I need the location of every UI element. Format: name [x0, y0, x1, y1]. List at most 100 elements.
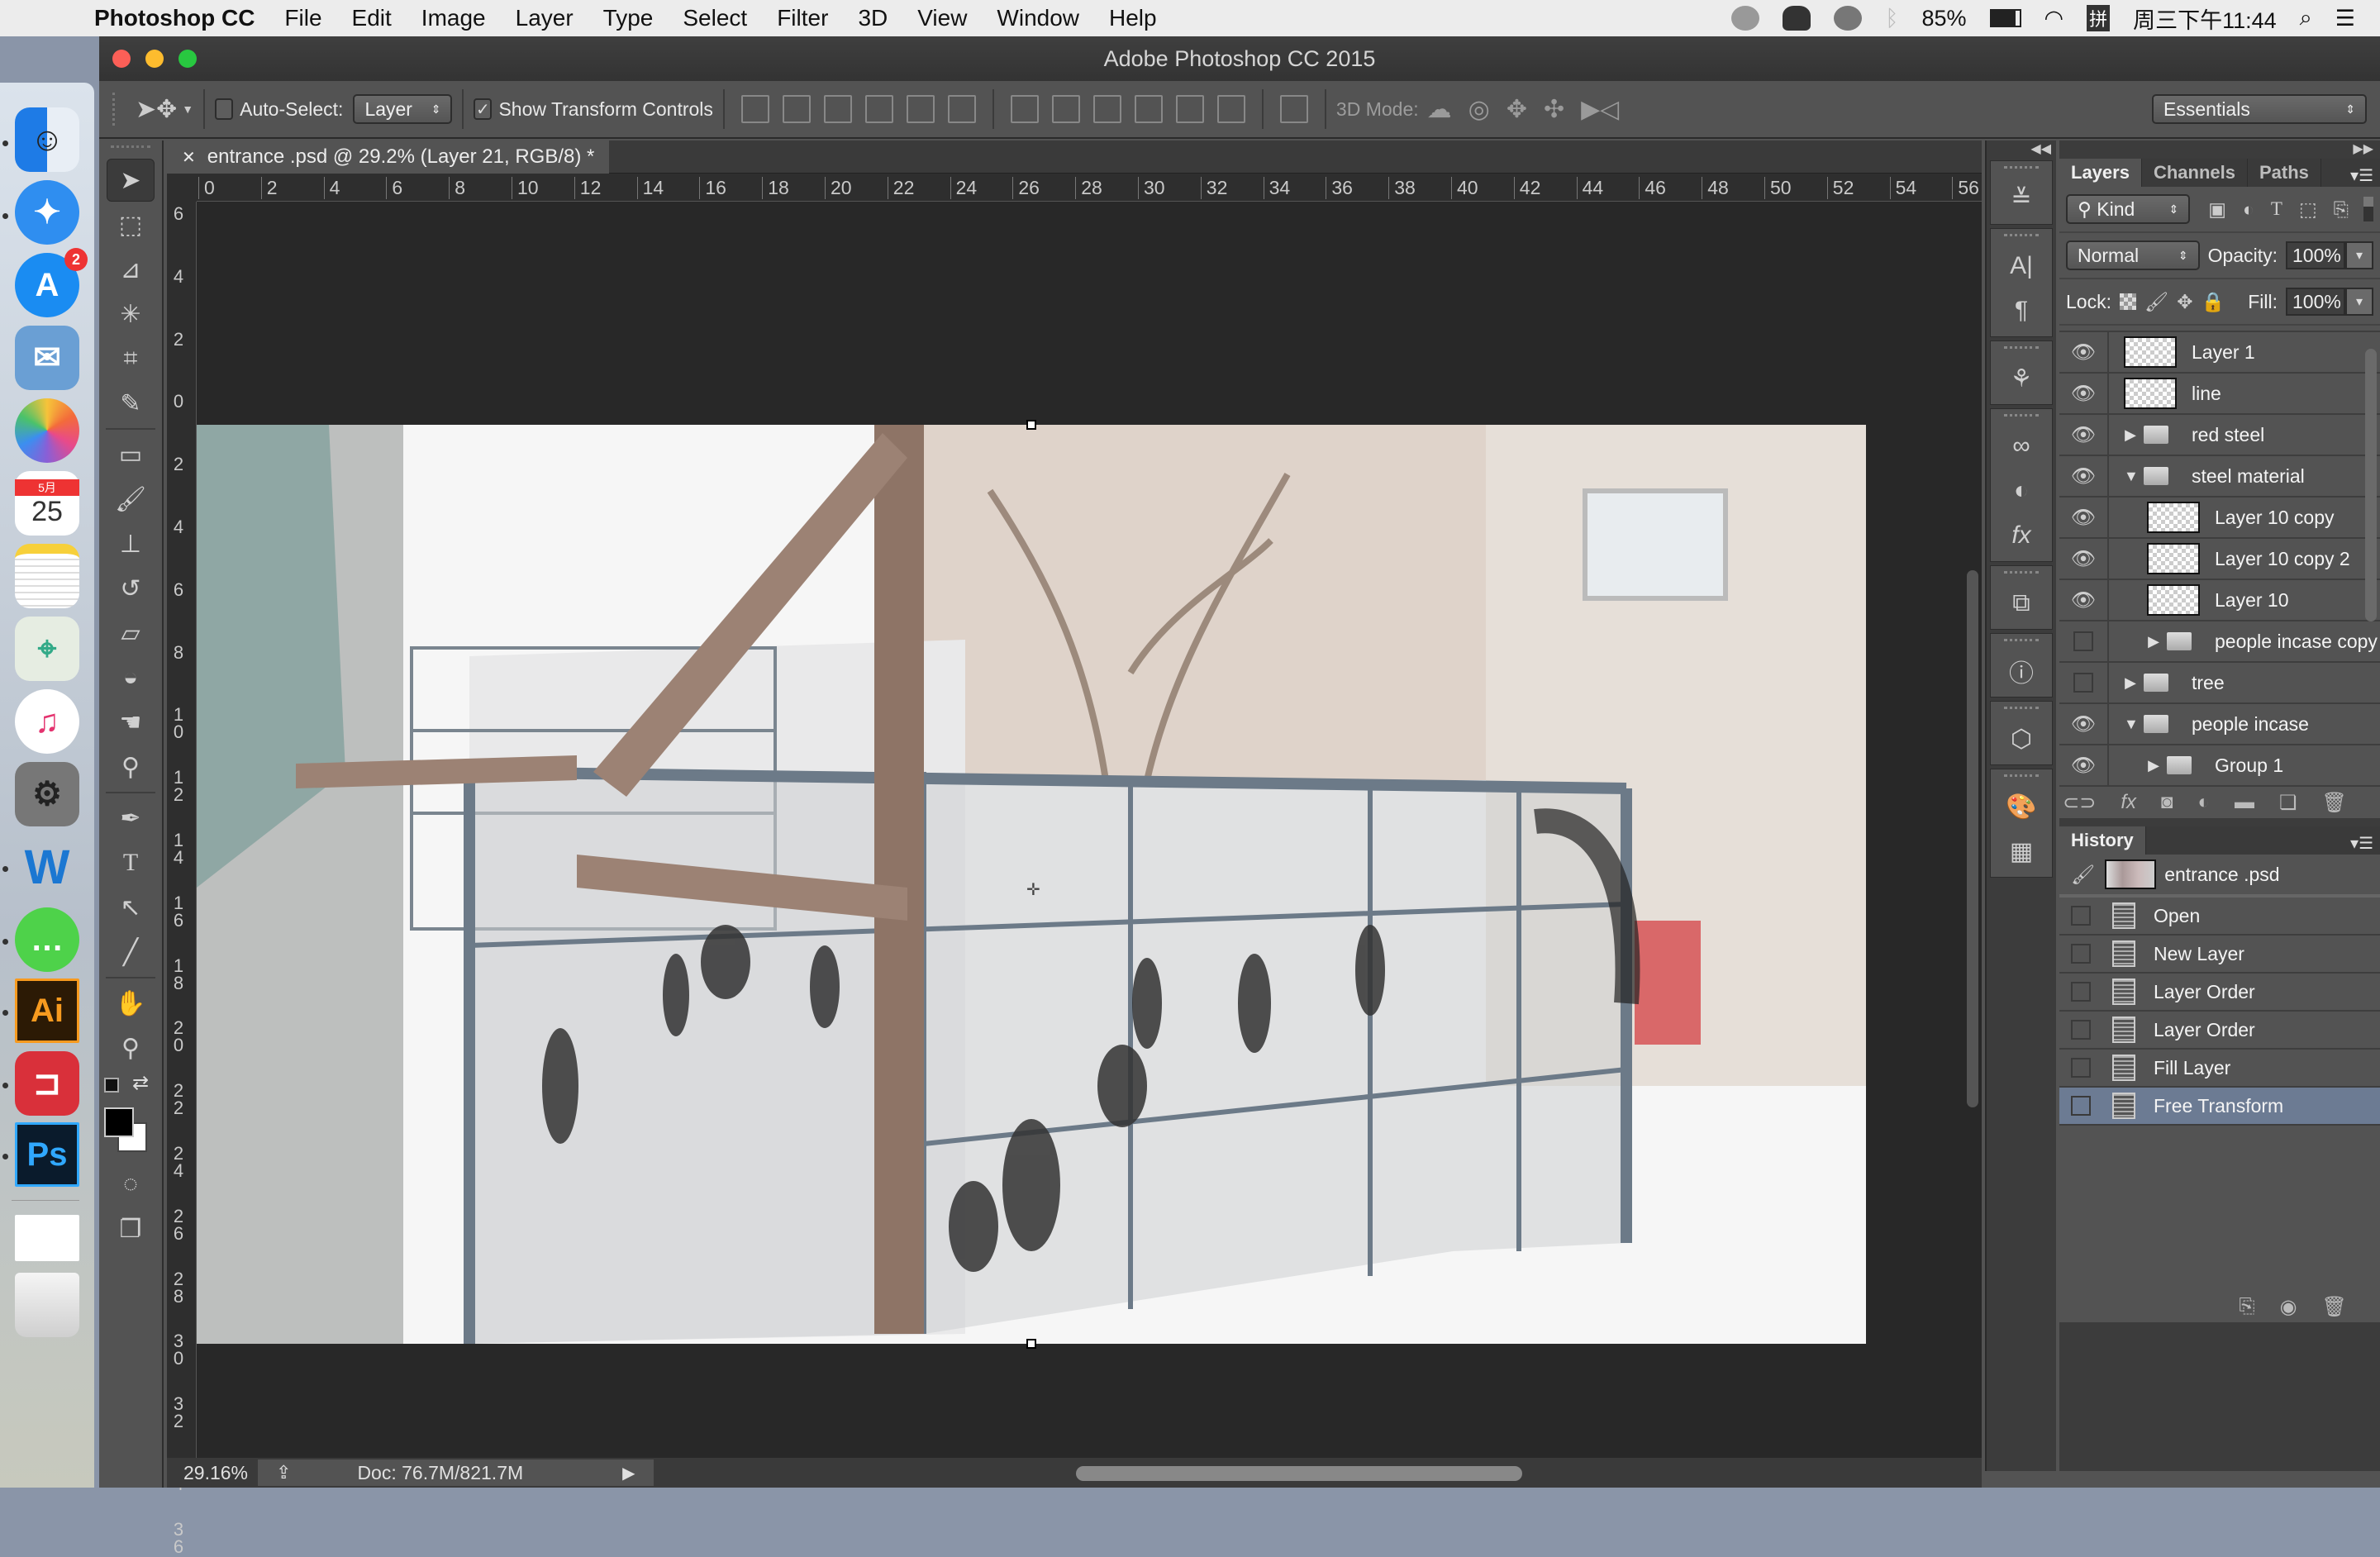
history-state[interactable]: Fill Layer: [2059, 1050, 2380, 1088]
visibility-eye-icon[interactable]: 👁: [2059, 373, 2109, 414]
lock-all-icon[interactable]: 🔒: [2201, 291, 2225, 313]
show-transform-controls-checkbox[interactable]: ✓: [474, 98, 493, 120]
expand-group-icon[interactable]: ▶: [2147, 633, 2160, 650]
wifi-icon[interactable]: ◠: [2044, 6, 2064, 31]
input-method-icon[interactable]: 拼: [2087, 5, 2111, 31]
distribute-bottom-edges-icon[interactable]: [1092, 95, 1121, 123]
battery-icon[interactable]: [1989, 9, 2021, 27]
magic-wand-tool-icon[interactable]: ✳: [107, 293, 155, 336]
libraries-icon[interactable]: ∞: [1991, 424, 2052, 469]
styles-icon[interactable]: fx: [1991, 513, 2052, 558]
layer-row[interactable]: 👁 line: [2059, 373, 2380, 415]
collapse-panels-icon[interactable]: ◀◀: [1987, 140, 2056, 157]
dock-photos-icon[interactable]: [15, 398, 79, 463]
distribute-top-edges-icon[interactable]: [1010, 95, 1039, 123]
tab-history[interactable]: History: [2059, 826, 2146, 855]
panel-grip[interactable]: [2004, 639, 2039, 644]
menu-edit[interactable]: Edit: [352, 5, 392, 31]
tab-layers[interactable]: Layers: [2059, 159, 2142, 187]
vertical-ruler[interactable]: 642024681012141618202224262830323436: [167, 202, 197, 1555]
panel-grip[interactable]: [2004, 707, 2039, 712]
3d-panel-icon[interactable]: ⬡: [1991, 717, 2052, 761]
dock-illustrator-icon[interactable]: Ai: [15, 978, 79, 1043]
lock-transparent-pixels-icon[interactable]: [2119, 293, 2136, 310]
paint-bucket-tool-icon[interactable]: ◒: [107, 656, 155, 699]
swap-colors-icon[interactable]: ⇄: [132, 1071, 149, 1095]
zoom-level[interactable]: 29.16%: [167, 1462, 258, 1484]
layer-row[interactable]: 👁 ▶ Group 1: [2059, 745, 2380, 787]
dock-app-store-icon[interactable]: A2: [15, 248, 88, 317]
filter-type-layers-icon[interactable]: T: [2271, 198, 2282, 220]
panel-grip[interactable]: [2004, 414, 2039, 419]
align-left-edges-icon[interactable]: [864, 95, 893, 123]
opacity-slider-button[interactable]: ▾: [2345, 241, 2373, 269]
sync-app-icon[interactable]: [1834, 6, 1863, 31]
tool-presets-icon[interactable]: ⚘: [1991, 356, 2052, 401]
panel-grip[interactable]: [2004, 166, 2039, 171]
brush-tool-icon[interactable]: 🖌: [107, 478, 155, 521]
link-layers-icon[interactable]: ⊂⊃: [2063, 791, 2096, 815]
dock-finder-icon[interactable]: ☺: [15, 107, 79, 172]
panel-menu-icon[interactable]: ▾☰: [2350, 165, 2373, 186]
history-brush-source-checkbox[interactable]: [2071, 982, 2091, 1002]
menu-help[interactable]: Help: [1109, 5, 1157, 31]
lock-position-icon[interactable]: ✥: [2177, 291, 2192, 313]
visibility-toggle[interactable]: [2059, 662, 2109, 703]
fill-input[interactable]: 100%: [2286, 288, 2345, 316]
panel-grip[interactable]: [2004, 234, 2039, 239]
workspace-dropdown[interactable]: Essentials ⇕: [2152, 94, 2367, 124]
history-state[interactable]: New Layer: [2059, 936, 2380, 974]
smudge-tool-icon[interactable]: ☚: [107, 701, 155, 744]
layer-row[interactable]: 👁 ▶ red steel: [2059, 414, 2380, 456]
filter-toggle-switch[interactable]: [2363, 197, 2373, 221]
move-tool-icon[interactable]: ➤: [107, 159, 155, 202]
adjustments-icon[interactable]: ◐: [1991, 469, 2052, 513]
menu-file[interactable]: File: [284, 5, 321, 31]
zoom-tool-icon[interactable]: ⚲: [107, 1026, 155, 1069]
close-tab-icon[interactable]: ✕: [182, 147, 196, 168]
swatches-icon[interactable]: ▦: [1991, 829, 2052, 874]
share-icon[interactable]: ⇪: [276, 1462, 291, 1483]
3d-roll-icon[interactable]: ◎: [1468, 95, 1490, 124]
transform-handle-top[interactable]: [1026, 420, 1036, 430]
notification-bell-icon[interactable]: [1783, 6, 1811, 31]
fill-slider-button[interactable]: ▾: [2345, 288, 2373, 316]
dock-trash-icon[interactable]: [15, 1273, 79, 1337]
menu-layer[interactable]: Layer: [516, 5, 574, 31]
path-selection-tool-icon[interactable]: ↖: [107, 886, 155, 929]
visibility-eye-icon[interactable]: 👁: [2059, 497, 2109, 538]
dodge-tool-icon[interactable]: ⚲: [107, 745, 155, 788]
layer-row[interactable]: 👁 Layer 1: [2059, 332, 2380, 374]
rectangular-marquee-tool-icon[interactable]: ⬚: [107, 203, 155, 246]
dock-mail-icon[interactable]: ✉: [15, 326, 79, 390]
delete-state-icon[interactable]: 🗑: [2322, 1295, 2347, 1319]
dock-maps-icon[interactable]: ⌖: [15, 617, 79, 681]
dock-itunes-icon[interactable]: ♫: [15, 689, 79, 754]
align-vertical-centers-icon[interactable]: [782, 95, 811, 123]
layer-row[interactable]: 👁 ▼ steel material: [2059, 455, 2380, 498]
3d-pan-icon[interactable]: ✥: [1507, 95, 1527, 124]
crop-tool-icon[interactable]: ⌗: [107, 337, 155, 380]
menu-window[interactable]: Window: [997, 5, 1079, 31]
panel-grip[interactable]: [2004, 774, 2039, 779]
dock-calendar-icon[interactable]: 5月 25: [15, 471, 79, 536]
visibility-eye-icon[interactable]: 👁: [2059, 703, 2109, 745]
visibility-eye-icon[interactable]: 👁: [2059, 414, 2109, 455]
menu-view[interactable]: View: [917, 5, 967, 31]
expand-panels-icon[interactable]: ▶▶: [2059, 140, 2380, 159]
bluetooth-icon[interactable]: ᛒ: [1885, 6, 1898, 31]
align-top-edges-icon[interactable]: [740, 95, 769, 123]
dock-wechat-icon[interactable]: …: [15, 907, 79, 972]
horizontal-ruler[interactable]: 0 2 4 6 8 10 12 14 16 18 20 22 24 26 28 30 32 34 36 38 40 42 4…: [197, 174, 2042, 202]
horizontal-scrollbar[interactable]: [1076, 1466, 1522, 1481]
expand-group-icon[interactable]: ▶: [2147, 757, 2160, 774]
distribute-left-edges-icon[interactable]: [1134, 95, 1163, 123]
transform-center-point[interactable]: ✛: [1026, 879, 1040, 900]
paragraph-icon[interactable]: ¶: [1991, 288, 2052, 333]
transform-handle-bottom[interactable]: [1026, 1339, 1036, 1349]
default-colors-icon[interactable]: [104, 1078, 119, 1093]
menu-app-name[interactable]: Photoshop CC: [94, 5, 255, 31]
add-layer-mask-icon[interactable]: ◙: [2161, 791, 2173, 814]
polygonal-lasso-tool-icon[interactable]: ⊿: [107, 248, 155, 291]
new-layer-icon[interactable]: ❏: [2279, 791, 2297, 815]
